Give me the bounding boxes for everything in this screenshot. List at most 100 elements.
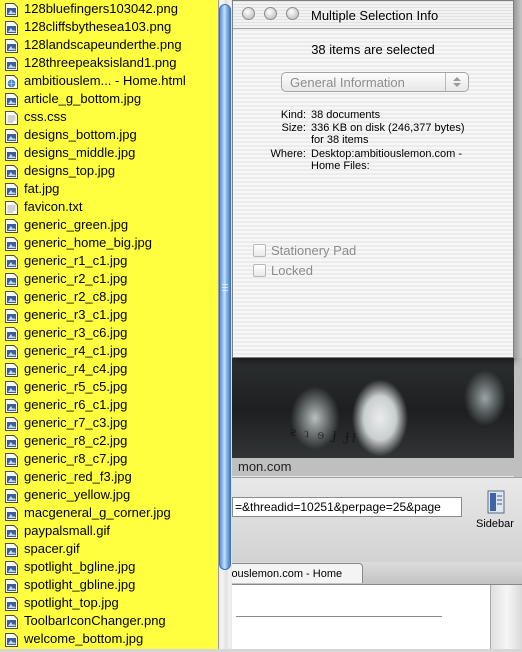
sidebar-button[interactable]: Sidebar (470, 488, 520, 538)
image-file-icon (5, 21, 18, 35)
file-list-item[interactable]: generic_r8_c2.jpg (0, 432, 218, 450)
locked-checkbox[interactable] (253, 264, 266, 277)
image-file-icon (5, 3, 18, 17)
file-list-item[interactable]: article_g_bottom.jpg (0, 90, 218, 108)
file-name: generic_r2_c1.jpg (24, 271, 128, 286)
file-list-item[interactable]: spotlight_bgline.jpg (0, 558, 218, 576)
file-name: welcome_bottom.jpg (24, 631, 144, 646)
image-file-icon (5, 615, 18, 629)
file-name: generic_r8_c2.jpg (24, 433, 128, 448)
file-name: generic_red_f3.jpg (24, 469, 132, 484)
image-file-icon (5, 129, 18, 143)
address-field[interactable]: =&threadid=10251&perpage=25&page (232, 497, 462, 517)
image-file-icon (5, 561, 18, 575)
file-name: fat.jpg (24, 181, 60, 196)
file-list-item[interactable]: spotlight_gbline.jpg (0, 576, 218, 594)
file-name: generic_r3_c6.jpg (24, 325, 128, 340)
image-file-icon (5, 39, 18, 53)
image-file-icon (5, 273, 18, 287)
image-file-icon (5, 165, 18, 179)
file-list-item[interactable]: generic_home_big.jpg (0, 234, 218, 252)
image-file-icon (5, 309, 18, 323)
sidebar-icon (487, 490, 505, 514)
window-title: Multiple Selection Info (311, 8, 439, 23)
image-file-icon (5, 219, 18, 233)
file-list-item[interactable]: generic_r4_c4.jpg (0, 360, 218, 378)
photo-caption-bar: mon.com (230, 458, 522, 476)
file-list-item[interactable]: ToolbarIconChanger.png (0, 612, 218, 630)
tab-home[interactable]: iouslemon.com - Home (220, 563, 363, 583)
window-shadow (514, 0, 522, 358)
file-list-item[interactable]: generic_red_f3.jpg (0, 468, 218, 486)
info-panel-popup[interactable]: General Information (281, 72, 469, 92)
file-name: 128landscapeunderthe.png (24, 37, 182, 52)
popup-label: General Information (290, 75, 405, 90)
file-list-item[interactable]: generic_r7_c3.jpg (0, 414, 218, 432)
file-name: generic_yellow.jpg (24, 487, 131, 502)
file-list-item[interactable]: macgeneral_g_corner.jpg (0, 504, 218, 522)
page-content (230, 585, 491, 649)
file-list-item[interactable]: 128landscapeunderthe.png (0, 36, 218, 54)
scroll-thumb[interactable] (219, 4, 231, 570)
selection-count: 38 items are selected (311, 42, 435, 57)
file-list-item[interactable]: welcome_bottom.jpg (0, 630, 218, 648)
text-file-icon (5, 201, 18, 215)
file-name: generic_green.jpg (24, 217, 129, 232)
close-button[interactable] (242, 7, 255, 20)
info-titlebar[interactable]: Multiple Selection Info (233, 1, 513, 29)
file-list-item[interactable]: fat.jpg (0, 180, 218, 198)
file-list-item[interactable]: generic_r1_c1.jpg (0, 252, 218, 270)
file-name: ToolbarIconChanger.png (24, 613, 166, 628)
file-list-item[interactable]: designs_bottom.jpg (0, 126, 218, 144)
page-scrollbar[interactable] (490, 585, 522, 649)
image-file-icon (5, 633, 18, 647)
stationery-pad-checkbox[interactable] (253, 244, 266, 257)
image-file-icon (5, 363, 18, 377)
image-file-icon (5, 471, 18, 485)
popup-arrows-icon (445, 73, 468, 91)
image-file-icon (5, 327, 18, 341)
file-list-item[interactable]: generic_r5_c5.jpg (0, 378, 218, 396)
file-name: 128bluefingers103042.png (24, 1, 178, 16)
zoom-button[interactable] (286, 7, 299, 20)
image-file-icon (5, 597, 18, 611)
kind-value: 38 documents (311, 109, 381, 121)
file-list-item[interactable]: generic_r2_c8.jpg (0, 288, 218, 306)
file-name: favicon.txt (24, 199, 83, 214)
file-list-item[interactable]: 128bluefingers103042.png (0, 0, 218, 18)
file-name: css.css (24, 109, 67, 124)
file-list-item[interactable]: 128threepeaksisland1.png (0, 54, 218, 72)
minimize-button[interactable] (264, 7, 277, 20)
file-list-item[interactable]: generic_r8_c7.jpg (0, 450, 218, 468)
file-list-item[interactable]: generic_yellow.jpg (0, 486, 218, 504)
file-list-item[interactable]: paypalsmall.gif (0, 522, 218, 540)
image-file-icon (5, 147, 18, 161)
file-list-item[interactable]: ambitiouslem... - Home.html (0, 72, 218, 90)
file-list-item[interactable]: generic_r6_c1.jpg (0, 396, 218, 414)
file-list-item[interactable]: 128cliffsbythesea103.png (0, 18, 218, 36)
file-list-item[interactable]: generic_green.jpg (0, 216, 218, 234)
sidebar-label: Sidebar (476, 518, 514, 530)
file-list-item[interactable]: spotlight_top.jpg (0, 594, 218, 612)
image-file-icon (5, 345, 18, 359)
file-list-item[interactable]: generic_r3_c6.jpg (0, 324, 218, 342)
file-list-item[interactable]: generic_r3_c1.jpg (0, 306, 218, 324)
file-list-item[interactable]: css.css (0, 108, 218, 126)
info-window: Multiple Selection Info 38 items are sel… (232, 0, 514, 358)
photo-graffiti: ƨ ɿ ɘ Ɉ ɈI (289, 424, 359, 446)
image-file-icon (5, 291, 18, 305)
image-file-icon (5, 57, 18, 71)
file-list-item[interactable]: designs_top.jpg (0, 162, 218, 180)
file-list-item[interactable]: favicon.txt (0, 198, 218, 216)
file-list-item[interactable]: spacer.gif (0, 540, 218, 558)
file-name: ambitiouslem... - Home.html (24, 73, 186, 88)
file-list-item[interactable]: generic_r2_c1.jpg (0, 270, 218, 288)
file-list-panel: 128bluefingers103042.png 128cliffsbythese… (0, 0, 219, 649)
file-list-item[interactable]: designs_middle.jpg (0, 144, 218, 162)
domain-caption: mon.com (238, 459, 292, 474)
where-label: Where: (270, 148, 306, 160)
file-name: 128threepeaksisland1.png (24, 55, 177, 70)
size-value-count: for 38 items (311, 134, 369, 146)
file-list-item[interactable]: generic_r4_c1.jpg (0, 342, 218, 360)
file-name: generic_r2_c8.jpg (24, 289, 128, 304)
